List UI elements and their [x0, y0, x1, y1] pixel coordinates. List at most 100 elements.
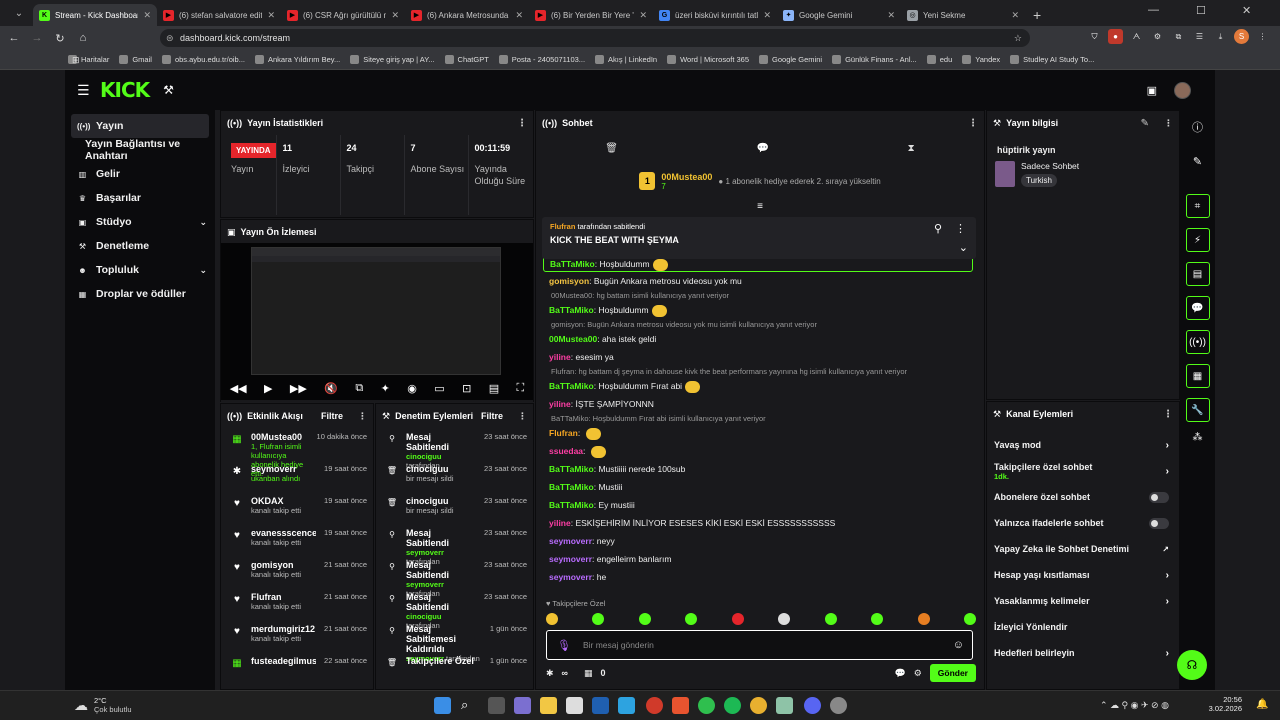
chat-message[interactable]: Flufran:	[537, 424, 983, 442]
channel-action-item[interactable]: Abonelere özel sohbet	[987, 484, 1179, 510]
pinned-menu-icon[interactable]: ⋮	[955, 222, 966, 235]
bookmark-item[interactable]: obs.aybu.edu.tr/oib...	[161, 55, 245, 64]
mod-action-item[interactable]: ⚲ Mesaj Sabitlendi seymoverr tarafından 23 …	[376, 556, 533, 598]
bookmark-item[interactable]: Google Gemini	[759, 55, 822, 64]
discord-icon[interactable]	[804, 697, 821, 714]
bookmark-item[interactable]: Akış | LinkedIn	[595, 55, 657, 64]
top-gifter-name[interactable]: 00Mustea00	[661, 172, 712, 182]
channel-action-item[interactable]: Hedefleri belirleyin ›	[987, 640, 1179, 666]
taskbar-app-icon[interactable]	[776, 697, 793, 714]
mod-action-item[interactable]: ⚲ Mesaj Sabitlemesi Kaldırıldı seymoverr t…	[376, 620, 533, 663]
translate-extension-icon[interactable]: ᗅ	[1129, 29, 1144, 44]
mod-filter-button[interactable]: Filtre	[481, 411, 503, 421]
mod-user[interactable]: seymoverr	[406, 548, 444, 557]
chat-username[interactable]: gomisyon	[549, 276, 589, 286]
toggle-switch[interactable]	[1149, 491, 1169, 503]
rail-more-icon[interactable]: ⁂	[1180, 432, 1215, 443]
activity-user[interactable]: 00Mustea00	[251, 432, 309, 442]
chat-message[interactable]: seymoverr: he	[537, 568, 983, 586]
chat-bubble-icon[interactable]: 💬	[757, 143, 769, 154]
chat-message[interactable]: BaTTaMiko: Mustiiiii nerede 100sub	[537, 460, 983, 478]
info-icon[interactable]: ⓘ	[1180, 110, 1215, 144]
sidebar-item[interactable]: ((•)) Yayın	[71, 114, 209, 138]
bookmark-item[interactable]: Word | Microsoft 365	[667, 55, 749, 64]
browser-tab[interactable]: ▶ (6) CSR Ağrı gürültülü m ✕	[281, 4, 405, 26]
stats-menu-icon[interactable]: ⋮	[517, 118, 527, 129]
sidebar-item[interactable]: ⚒ Denetleme	[65, 234, 215, 258]
emote-icon[interactable]	[685, 613, 698, 625]
tab-close-icon[interactable]: ✕	[391, 10, 399, 21]
activity-user[interactable]: evanessscence_e	[251, 528, 316, 538]
chat-message[interactable]: yiline: İŞTE ŞAMPİYONNN	[537, 395, 983, 413]
emote-icon[interactable]	[778, 613, 791, 625]
activity-user[interactable]: seymoverr	[251, 464, 316, 474]
emote-icon[interactable]	[592, 613, 605, 625]
pip-icon[interactable]: ⊡	[462, 382, 471, 395]
system-tray-icons[interactable]: ⌃ ☁ ⚲ ◉ ✈ ⊘ ◍	[1100, 700, 1169, 711]
chat-message[interactable]: BaTTaMiko: Mustiii	[537, 478, 983, 496]
mute-icon[interactable]: 🔇	[324, 382, 338, 395]
chat-username[interactable]: yiline	[549, 518, 571, 528]
chat-username[interactable]: yiline	[549, 352, 571, 362]
user-avatar[interactable]	[1174, 81, 1191, 99]
activity-user[interactable]: Flufran	[251, 592, 316, 602]
rail-chat-icon[interactable]: 💬	[1185, 296, 1210, 320]
theater-icon[interactable]: ▭	[434, 382, 444, 395]
fast-forward-icon[interactable]: ▶▶	[290, 382, 307, 395]
emote-icon[interactable]	[546, 613, 558, 625]
sidebar-item[interactable]: ☻ Topluluk ⌄	[65, 258, 215, 282]
creator-tools-icon[interactable]: ⚒	[163, 83, 174, 97]
chat-message[interactable]: BaTTaMiko: Hoşbuldumm Fırat abi	[537, 377, 983, 395]
activity-item[interactable]: ♥ merdumgiriz12 kanalı takip etti 21 saat ö…	[221, 620, 373, 652]
chat-message[interactable]: 00Mustea00: aha istek geldi	[537, 330, 983, 348]
bookmark-item[interactable]: Gmail	[119, 55, 152, 64]
profile-avatar-icon[interactable]: S	[1234, 29, 1249, 44]
channel-action-item[interactable]: Yasaklanmış kelimeler ›	[987, 588, 1179, 614]
tab-close-icon[interactable]: ✕	[763, 10, 771, 21]
emote-icon[interactable]	[963, 613, 976, 625]
emote-icon[interactable]	[651, 304, 667, 317]
chat-username[interactable]: BaTTaMiko	[550, 259, 595, 269]
support-chat-button[interactable]: ☊	[1177, 650, 1207, 680]
chat-message[interactable]: gomisyon: Bugün Ankara metrosu videosu y…	[537, 272, 983, 290]
browser-tab[interactable]: ▶ (6) stefan salvatore edit - ✕	[157, 4, 281, 26]
chat-input[interactable]: 🎙 Bir mesaj gönderin ☺	[546, 630, 973, 660]
rail-document-icon[interactable]: ▤	[1185, 262, 1210, 286]
mod-action-item[interactable]: 🗑 Takipçilere Özel 1 gün önce	[376, 652, 533, 684]
tab-close-icon[interactable]: ✕	[143, 10, 151, 21]
mail-icon[interactable]	[592, 697, 609, 714]
pinned-expand-icon[interactable]: ⌄	[959, 241, 968, 254]
minimize-icon[interactable]: —	[1148, 4, 1159, 16]
site-info-icon[interactable]: ⊜	[166, 33, 174, 44]
bookmark-item[interactable]: Posta - 2405071103...	[498, 55, 585, 64]
browser-tab[interactable]: ▶ (6) Bir Yerden Bir Yere "An ✕	[529, 4, 653, 26]
sparkle-icon[interactable]: ✦	[381, 382, 390, 395]
tab-close-icon[interactable]: ✕	[267, 10, 275, 21]
browser-tab[interactable]: ▶ (6) Ankara Metrosunda O ✕	[405, 4, 529, 26]
stream-manager-icon[interactable]: ▣	[1147, 84, 1157, 97]
sidebar-item[interactable]: ▣ Stüdyo ⌄	[65, 210, 215, 234]
chat-username[interactable]: BaTTaMiko	[549, 500, 594, 510]
activity-user[interactable]: fusteadegilmustea	[251, 656, 316, 666]
play-icon[interactable]: ▶	[264, 382, 272, 395]
activity-item[interactable]: ♥ evanessscence_ekanalı takip etti 19 saat…	[221, 524, 373, 556]
close-window-icon[interactable]: ✕	[1242, 4, 1251, 17]
pencil-icon[interactable]: ✎	[1180, 144, 1215, 178]
browser-tab[interactable]: K Stream - Kick Dashboard ✕	[33, 4, 157, 26]
chat-menu-icon[interactable]: ⋮	[968, 118, 978, 129]
chat-message[interactable]: seymoverr: engelleirm banlarım	[537, 550, 983, 568]
rail-broadcast-icon[interactable]: ((•))	[1185, 330, 1210, 354]
tab-search-icon[interactable]: ⌄	[8, 2, 30, 24]
notification-bell-icon[interactable]: 🔔	[1256, 699, 1268, 710]
activity-menu-icon[interactable]: ⋮	[358, 411, 367, 422]
chat-username[interactable]: yiline	[549, 399, 571, 409]
whatsapp-icon[interactable]	[698, 697, 715, 714]
back-icon[interactable]: ←	[5, 32, 23, 44]
tab-close-icon[interactable]: ✕	[887, 10, 895, 21]
chat-settings-bubble-icon[interactable]: 💬	[894, 668, 905, 679]
toggle-switch[interactable]	[1149, 517, 1169, 529]
clip-icon[interactable]: ▤	[489, 382, 499, 395]
channel-action-item[interactable]: Hesap yaşı kısıtlaması ›	[987, 562, 1179, 588]
steam-icon[interactable]	[830, 697, 847, 714]
chat-username[interactable]: Flufran	[549, 428, 578, 438]
